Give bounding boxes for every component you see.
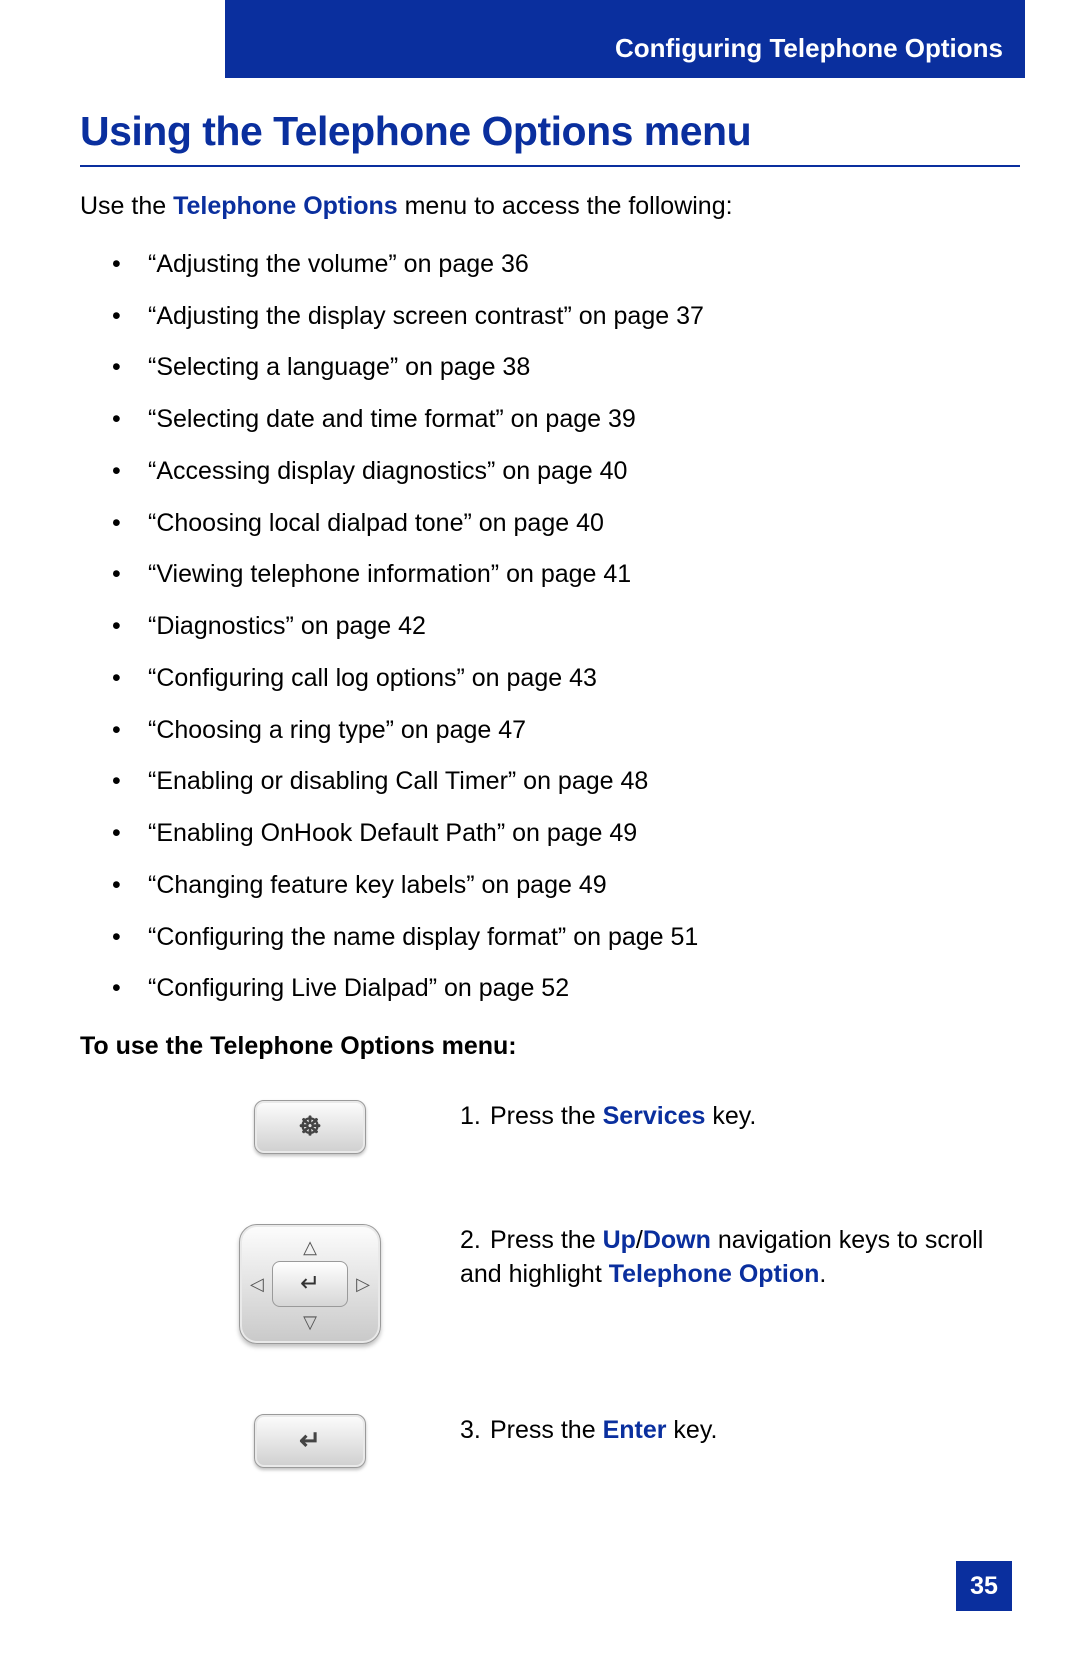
header-section-label: Configuring Telephone Options [615,33,1003,64]
step-em: Down [643,1226,711,1254]
list-item: “Adjusting the volume” on page 36 [124,248,1020,282]
body: Use the Telephone Options menu to access… [80,190,1020,1468]
navpad-key-icon: △ ▽ ◁ ▷ ↵ [160,1224,460,1344]
list-item: “Configuring the name display format” on… [124,921,1020,955]
arrow-up-icon: △ [303,1235,317,1259]
page-title-block: Using the Telephone Options menu [80,108,1020,167]
list-item: “Choosing local dialpad tone” on page 40 [124,507,1020,541]
services-key-icon: ☸ [160,1100,460,1154]
arrow-right-icon: ▷ [356,1272,370,1296]
step-em: Telephone Option [609,1260,820,1288]
list-item: “Selecting date and time format” on page… [124,403,1020,437]
document-page: Configuring Telephone Options Using the … [0,0,1080,1669]
enter-center-icon: ↵ [272,1261,348,1307]
enter-key-icon: ↵ [160,1414,460,1468]
step-em: Up [603,1226,636,1254]
step-span: . [819,1260,826,1288]
navpad-icon: △ ▽ ◁ ▷ ↵ [239,1224,381,1344]
page-number: 35 [956,1561,1012,1611]
list-item: “Enabling OnHook Default Path” on page 4… [124,817,1020,851]
services-key: ☸ [254,1100,366,1154]
steps-subtitle: To use the Telephone Options menu: [80,1030,1020,1064]
step-span: Press the [490,1416,603,1444]
step-span: Press the [490,1226,603,1254]
options-list: “Adjusting the volume” on page 36 “Adjust… [80,248,1020,1006]
enter-glyph-icon: ↵ [299,1423,321,1458]
enter-key: ↵ [254,1414,366,1468]
step-number: 1. [460,1100,490,1134]
step-number: 3. [460,1414,490,1448]
list-item: “Viewing telephone information” on page … [124,558,1020,592]
list-item: “Accessing display diagnostics” on page … [124,455,1020,489]
list-item: “Configuring Live Dialpad” on page 52 [124,972,1020,1006]
step-em: Services [603,1102,706,1130]
list-item: “Adjusting the display screen contrast” … [124,300,1020,334]
arrow-left-icon: ◁ [250,1272,264,1296]
step-em: Enter [603,1416,667,1444]
page-number-value: 35 [970,1572,998,1601]
steps-grid: ☸ 1. Press the Services key. △ ▽ ◁ ▷ ↵ 2. Press… [160,1100,1020,1468]
services-glyph-icon: ☸ [298,1109,321,1144]
page-title: Using the Telephone Options menu [80,108,1020,155]
list-item: “Changing feature key labels” on page 49 [124,869,1020,903]
step-span: / [636,1226,643,1254]
step-span: Press the [490,1102,603,1130]
intro-prefix: Use the [80,192,173,220]
step-span: key. [705,1102,756,1130]
intro-em: Telephone Options [173,192,398,220]
arrow-down-icon: ▽ [303,1310,317,1334]
step-span: key. [666,1416,717,1444]
list-item: “Configuring call log options” on page 4… [124,662,1020,696]
step-number: 2. [460,1224,490,1258]
header-section-tab: Configuring Telephone Options [225,0,1025,78]
step-text: 3. Press the Enter key. [460,1414,1020,1448]
intro-suffix: menu to access the following: [398,192,733,220]
list-item: “Enabling or disabling Call Timer” on pa… [124,765,1020,799]
list-item: “Choosing a ring type” on page 47 [124,714,1020,748]
list-item: “Diagnostics” on page 42 [124,610,1020,644]
list-item: “Selecting a language” on page 38 [124,351,1020,385]
step-text: 2. Press the Up/Down navigation keys to … [460,1224,1020,1292]
intro-paragraph: Use the Telephone Options menu to access… [80,190,1020,224]
step-text: 1. Press the Services key. [460,1100,1020,1134]
